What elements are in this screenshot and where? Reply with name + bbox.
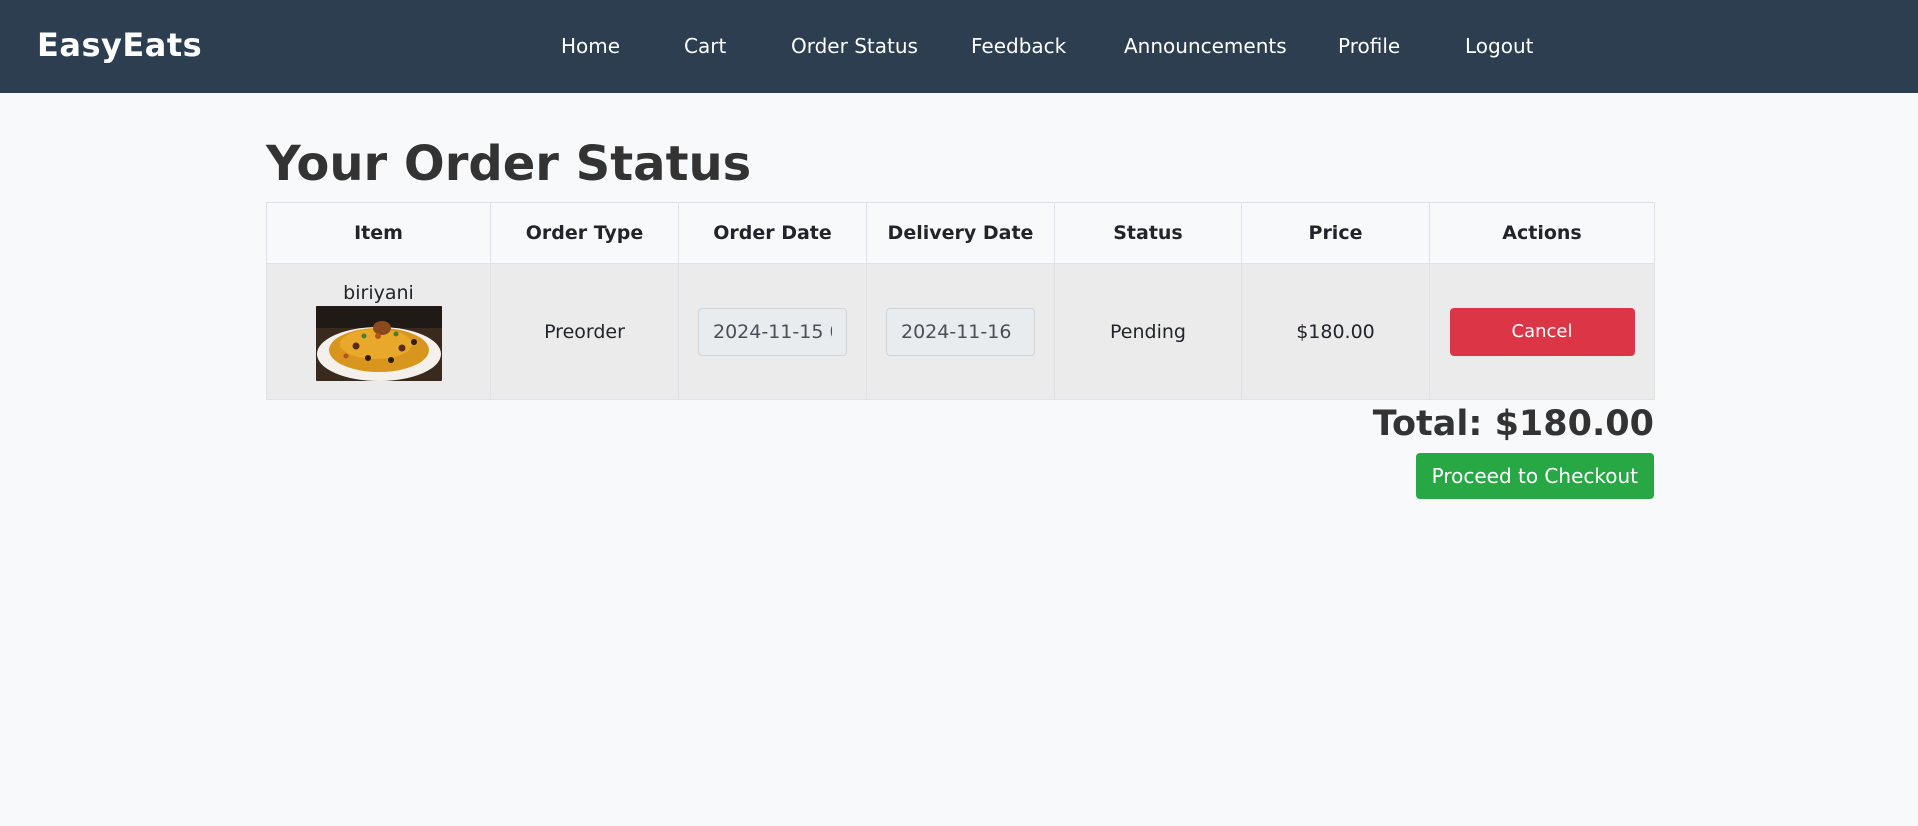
- nav-logout[interactable]: Logout: [1465, 34, 1533, 58]
- header-order-date: Order Date: [678, 202, 867, 264]
- nav-cart[interactable]: Cart: [684, 34, 726, 58]
- header-item: Item: [266, 202, 491, 264]
- item-name: biriyani: [343, 282, 414, 304]
- item-cell: biriyani: [266, 263, 491, 400]
- order-summary: Total: $180.00 Proceed to Checkout: [266, 402, 1654, 499]
- price-cell: $180.00: [1241, 263, 1430, 400]
- actions-cell: Cancel: [1429, 263, 1655, 400]
- orders-table: Item Order Type Order Date Delivery Date…: [266, 202, 1655, 400]
- nav-links: Home Cart Order Status Feedback Announce…: [0, 34, 1918, 60]
- order-type-cell: Preorder: [490, 263, 679, 400]
- food-image: [315, 306, 442, 381]
- order-date-field[interactable]: [698, 307, 847, 356]
- header-price: Price: [1241, 202, 1430, 264]
- nav-announcements[interactable]: Announcements: [1124, 34, 1287, 58]
- proceed-to-checkout-button[interactable]: Proceed to Checkout: [1415, 453, 1654, 499]
- order-total: Total: $180.00: [1372, 404, 1654, 444]
- page-title: Your Order Status: [266, 136, 752, 192]
- delivery-date-cell: [866, 263, 1055, 400]
- header-delivery-date: Delivery Date: [866, 202, 1055, 264]
- main-content: Your Order Status Item Order Type Order …: [266, 93, 1655, 499]
- status-cell: Pending: [1054, 263, 1242, 400]
- nav-feedback[interactable]: Feedback: [971, 34, 1066, 58]
- table-row: biriyani Preorder 2024-11-15 0 2024-11-1…: [266, 263, 1655, 400]
- header-status: Status: [1054, 202, 1242, 264]
- cancel-button[interactable]: Cancel: [1449, 307, 1635, 356]
- delivery-date-field[interactable]: [886, 307, 1035, 356]
- header-order-type: Order Type: [490, 202, 679, 264]
- table-header-row: Item Order Type Order Date Delivery Date…: [266, 202, 1655, 264]
- nav-home[interactable]: Home: [561, 34, 620, 58]
- nav-order-status[interactable]: Order Status: [791, 34, 918, 58]
- header-actions: Actions: [1429, 202, 1655, 264]
- order-date-cell: [678, 263, 867, 400]
- nav-profile[interactable]: Profile: [1338, 34, 1400, 58]
- navbar: EasyEats Home Cart Order Status Feedback…: [0, 0, 1918, 93]
